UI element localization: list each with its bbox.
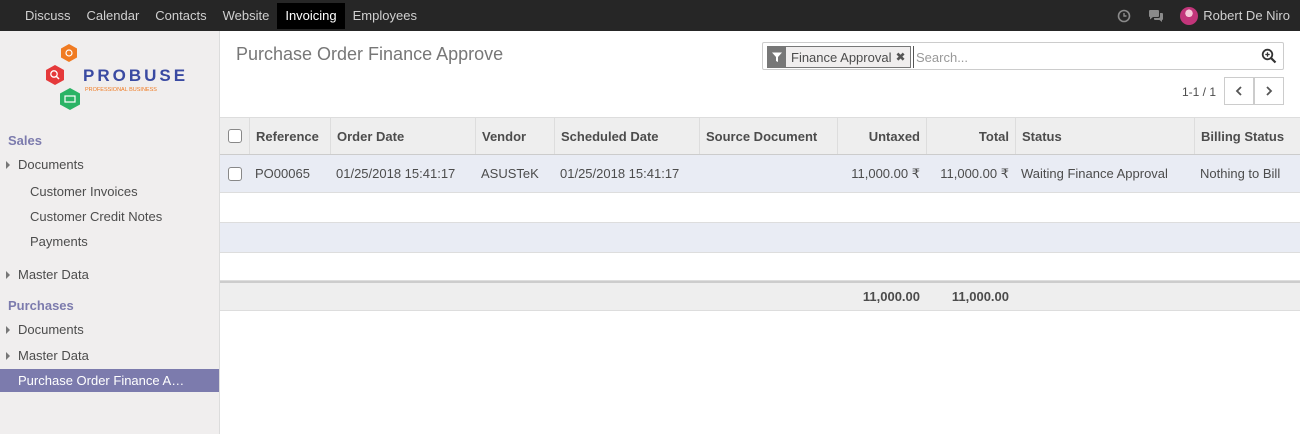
sidebar-item-purchases-documents[interactable]: Documents [0,318,219,341]
sidebar-item-label: Purchase Order Finance A… [18,373,185,388]
app-contacts[interactable]: Contacts [147,3,214,29]
sidebar-item-sales-documents[interactable]: Documents [0,153,219,176]
app-menu: Discuss Calendar Contacts Website Invoic… [17,3,425,29]
col-scheduled-date[interactable]: Scheduled Date [554,118,699,154]
sidebar-item-label: Master Data [18,348,89,363]
caret-right-icon [6,326,10,334]
app-employees[interactable]: Employees [345,3,425,29]
user-avatar[interactable] [1180,6,1199,25]
col-status[interactable]: Status [1015,118,1194,154]
app-invoicing[interactable]: Invoicing [277,3,345,29]
facet-remove-icon[interactable]: ✖ [895,50,909,64]
cell-billing-status: Nothing to Bill [1200,166,1281,181]
systray: Robert De Niro [1116,0,1290,31]
cell-vendor: ASUSTeK [481,166,539,181]
top-navbar: Discuss Calendar Contacts Website Invoic… [0,0,1300,31]
app-website[interactable]: Website [215,3,278,29]
empty-row [220,193,1300,223]
table-footer: 11,000.00 11,000.00 [220,281,1300,311]
pager-value[interactable]: 1-1 / 1 [1182,85,1216,99]
search-facet[interactable]: Finance Approval ✖ [767,46,911,68]
sidebar-item-label: Customer Credit Notes [30,209,163,224]
caret-right-icon [6,161,10,169]
row-select-cell [220,155,250,192]
sidebar-item-label: Payments [30,234,88,249]
footer-untaxed-sum: 11,000.00 [862,289,920,304]
chat-icon[interactable] [1148,8,1164,24]
purchases-section-title: Purchases [8,298,74,313]
user-name[interactable]: Robert De Niro [1203,8,1290,23]
cell-scheduled-date: 01/25/2018 15:41:17 [560,166,680,181]
sidebar-item-label: Documents [18,157,84,172]
chevron-left-icon [1235,86,1242,96]
sidebar-item-po-finance-approve[interactable]: Purchase Order Finance A… [0,369,219,392]
search-box[interactable]: Finance Approval ✖ [762,42,1284,70]
sidebar-item-sales-master-data[interactable]: Master Data [0,263,219,286]
col-untaxed[interactable]: Untaxed [837,118,926,154]
logo-brand: PROBUSE [83,66,188,85]
logo-tagline: PROFESSIONAL BUSINESS [85,87,157,93]
sidebar: PROBUSE PROFESSIONAL BUSINESS Sales Docu… [0,31,220,434]
col-total[interactable]: Total [926,118,1015,154]
cell-untaxed: 11,000.00 ₹ [851,165,920,181]
sidebar-item-payments[interactable]: Payments [0,230,219,253]
cell-reference: PO00065 [255,166,310,181]
cell-order-date: 01/25/2018 15:41:17 [336,166,456,181]
table-header: Reference Order Date Vendor Scheduled Da… [220,117,1300,155]
caret-right-icon [6,271,10,279]
sidebar-item-purchases-master-data[interactable]: Master Data [0,344,219,367]
search-icon[interactable] [1261,48,1279,66]
pager-next-button[interactable] [1254,77,1284,105]
breadcrumb-title: Purchase Order Finance Approve [236,44,504,64]
filter-icon [768,47,786,67]
app-calendar[interactable]: Calendar [79,3,148,29]
table-row[interactable]: PO00065 01/25/2018 15:41:17 ASUSTeK 01/2… [220,155,1300,193]
cell-source-document [699,155,837,192]
select-all-cell [220,118,250,154]
sidebar-item-label: Master Data [18,267,89,282]
chevron-right-icon [1266,86,1273,96]
col-billing-status[interactable]: Billing Status [1194,118,1300,154]
sidebar-item-label: Documents [18,322,84,337]
company-logo: PROBUSE PROFESSIONAL BUSINESS [38,41,188,119]
pager-previous-button[interactable] [1224,77,1254,105]
search-input[interactable] [913,46,1253,68]
clock-icon[interactable] [1116,8,1132,24]
cell-status: Waiting Finance Approval [1021,166,1168,181]
app-discuss[interactable]: Discuss [17,3,79,29]
sidebar-item-customer-credit-notes[interactable]: Customer Credit Notes [0,205,219,228]
row-checkbox[interactable] [228,166,242,181]
caret-right-icon [6,352,10,360]
col-reference[interactable]: Reference [249,118,330,154]
sidebar-item-customer-invoices[interactable]: Customer Invoices [0,180,219,203]
col-vendor[interactable]: Vendor [475,118,554,154]
select-all-checkbox[interactable] [228,129,242,143]
sales-section-title: Sales [8,133,42,148]
col-order-date[interactable]: Order Date [330,118,475,154]
empty-row [220,223,1300,253]
footer-total-sum: 11,000.00 [951,289,1009,304]
col-source-document[interactable]: Source Document [699,118,837,154]
facet-label: Finance Approval [791,49,892,65]
cell-total: 11,000.00 ₹ [940,165,1009,181]
empty-row [220,253,1300,281]
sidebar-item-label: Customer Invoices [30,184,138,199]
